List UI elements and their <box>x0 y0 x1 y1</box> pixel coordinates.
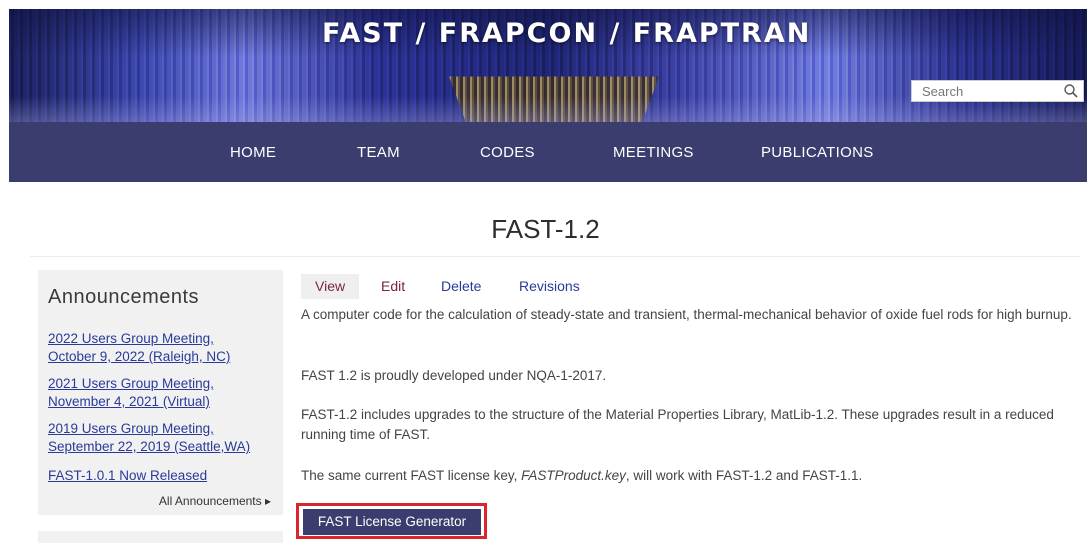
announcement-link-2019[interactable]: 2019 Users Group Meeting, September 22, … <box>48 420 250 456</box>
title-divider <box>30 256 1080 257</box>
tab-edit[interactable]: Edit <box>381 274 405 299</box>
announcement-link-text: 2019 Users Group Meeting, <box>48 421 214 436</box>
site-title[interactable]: FAST / FRAPCON / FRAPTRAN <box>322 18 811 49</box>
announcement-link-text: October 9, 2022 (Raleigh, NC) <box>48 349 231 364</box>
license-key-paragraph: The same current FAST license key, FASTP… <box>301 468 863 483</box>
tab-delete[interactable]: Delete <box>441 274 481 299</box>
nav-item-publications[interactable]: PUBLICATIONS <box>761 122 874 184</box>
announcement-link-text: 2021 Users Group Meeting, <box>48 376 214 391</box>
announcement-link-2022[interactable]: 2022 Users Group Meeting, October 9, 202… <box>48 330 230 366</box>
nav-item-team[interactable]: TEAM <box>357 122 400 184</box>
license-key-filename: FASTProduct.key <box>521 468 626 483</box>
announcement-link-text: 2022 Users Group Meeting, <box>48 331 214 346</box>
tab-view[interactable]: View <box>301 274 360 299</box>
announcement-link-fast-101[interactable]: FAST-1.0.1 Now Released <box>48 467 207 485</box>
description-paragraph: A computer code for the calculation of s… <box>301 307 1072 322</box>
tab-revisions[interactable]: Revisions <box>519 274 580 299</box>
announcement-link-2021[interactable]: 2021 Users Group Meeting, November 4, 20… <box>48 375 214 411</box>
nav-item-home[interactable]: HOME <box>230 122 276 184</box>
license-generator-button[interactable]: FAST License Generator <box>303 509 481 535</box>
upgrades-paragraph: FAST-1.2 includes upgrades to the struct… <box>301 407 1054 442</box>
nqa-paragraph: FAST 1.2 is proudly developed under NQA-… <box>301 368 607 383</box>
nav-item-codes[interactable]: CODES <box>480 122 535 184</box>
main-nav: HOME TEAM CODES MEETINGS PUBLICATIONS <box>9 122 1087 182</box>
page-title: FAST-1.2 <box>491 214 600 244</box>
announcements-sidebar: Announcements 2022 Users Group Meeting, … <box>38 270 283 515</box>
sidebar-second-block <box>38 531 283 543</box>
search-box <box>911 80 1084 102</box>
search-input[interactable] <box>912 81 1062 101</box>
nav-item-meetings[interactable]: MEETINGS <box>613 122 694 184</box>
announcement-link-text: November 4, 2021 (Virtual) <box>48 394 210 409</box>
announcement-link-text: September 22, 2019 (Seattle,WA) <box>48 439 251 454</box>
search-icon[interactable] <box>1063 83 1079 99</box>
all-announcements-link[interactable]: All Announcements ▸ <box>159 494 271 508</box>
announcements-heading: Announcements <box>48 286 200 308</box>
